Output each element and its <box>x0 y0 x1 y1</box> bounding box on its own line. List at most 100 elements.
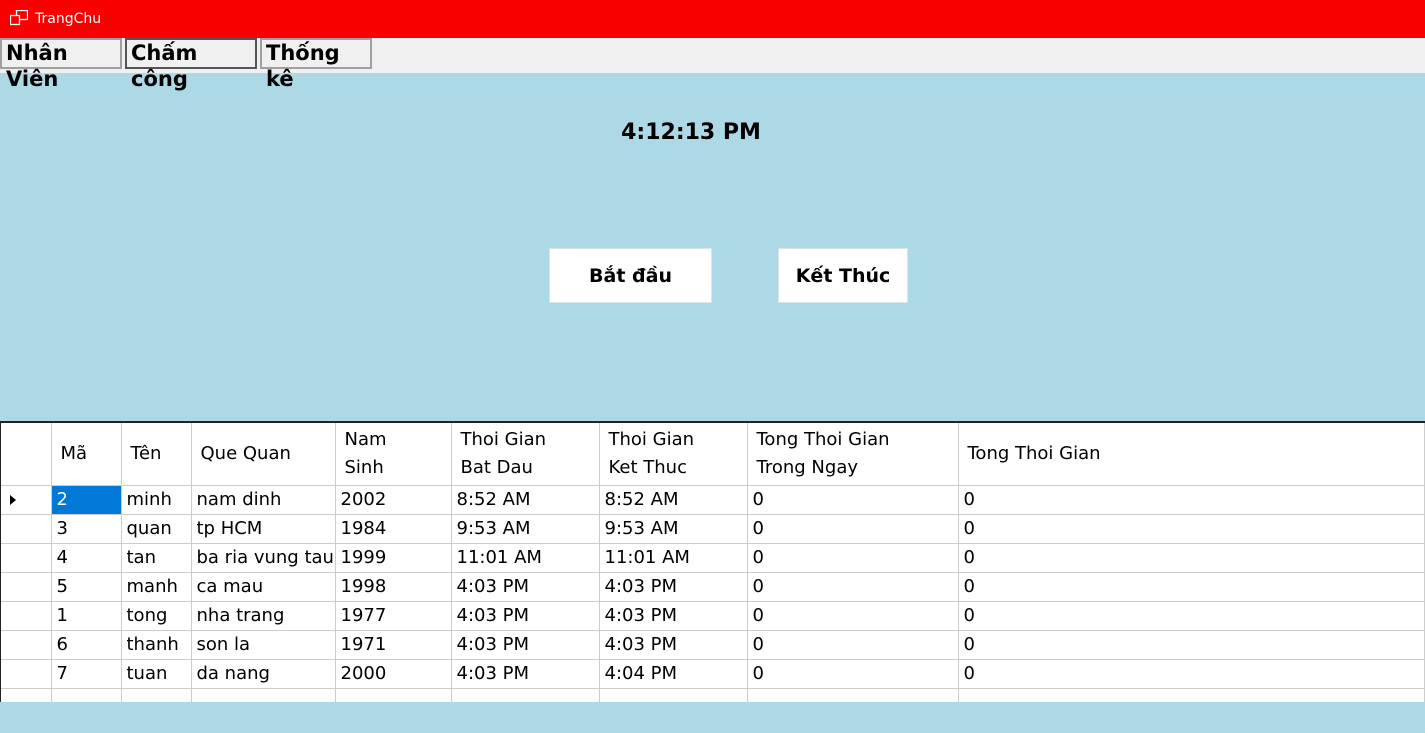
cell-nam-sinh[interactable]: 2000 <box>335 659 452 689</box>
cell-thoi-gian-ket-thuc[interactable]: 4:03 PM <box>599 572 748 602</box>
cell-ma[interactable]: 4 <box>51 543 122 573</box>
cell-ma[interactable]: 2 <box>51 485 122 515</box>
cell-ma[interactable]: 7 <box>51 659 122 689</box>
cell-que-quan[interactable]: tp HCM <box>191 514 336 544</box>
cell-ten[interactable]: manh <box>121 572 192 602</box>
table-row[interactable]: 6 thanh son la 1971 4:03 PM 4:03 PM 0 0 <box>1 630 1425 660</box>
cell-nam-sinh[interactable]: 1999 <box>335 543 452 573</box>
cell-nam-sinh[interactable]: 1984 <box>335 514 452 544</box>
cell-nam-sinh[interactable]: 1977 <box>335 601 452 631</box>
cell-que-quan[interactable]: da nang <box>191 659 336 689</box>
cell-tong-thoi-gian-trong-ngay[interactable]: 0 <box>747 630 959 660</box>
cell-thoi-gian-ket-thuc[interactable]: 4:04 PM <box>599 659 748 689</box>
new-row[interactable] <box>1 688 1425 702</box>
new-row-cell[interactable] <box>121 688 192 702</box>
new-row-cell[interactable] <box>51 688 122 702</box>
cell-que-quan[interactable]: son la <box>191 630 336 660</box>
cell-nam-sinh[interactable]: 1998 <box>335 572 452 602</box>
cell-ten[interactable]: minh <box>121 485 192 515</box>
cell-thoi-gian-bat-dau[interactable]: 4:03 PM <box>451 659 600 689</box>
cell-tong-thoi-gian-trong-ngay[interactable]: 0 <box>747 601 959 631</box>
menu-nhan-vien-button[interactable]: Nhân Viên <box>0 38 122 91</box>
cell-ma[interactable]: 1 <box>51 601 122 631</box>
cell-nam-sinh[interactable]: 1971 <box>335 630 452 660</box>
cell-tong-thoi-gian[interactable]: 0 <box>958 485 1425 515</box>
cell-tong-thoi-gian[interactable]: 0 <box>958 543 1425 573</box>
cell-thoi-gian-ket-thuc[interactable]: 4:03 PM <box>599 601 748 631</box>
column-header-ten[interactable]: Tên <box>121 423 192 486</box>
row-header[interactable] <box>1 601 52 631</box>
menu-thong-ke-button[interactable]: Thống kê <box>260 38 372 91</box>
column-header-que-quan[interactable]: Que Quan <box>191 423 336 486</box>
cell-que-quan[interactable]: ca mau <box>191 572 336 602</box>
cell-thoi-gian-ket-thuc[interactable]: 11:01 AM <box>599 543 748 573</box>
cell-ten[interactable]: tan <box>121 543 192 573</box>
grid-body: 2 minh nam dinh 2002 8:52 AM 8:52 AM 0 0 3 quan tp… <box>1 485 1425 702</box>
cell-ten[interactable]: thanh <box>121 630 192 660</box>
cell-thoi-gian-bat-dau[interactable]: 4:03 PM <box>451 601 600 631</box>
table-row[interactable]: 7 tuan da nang 2000 4:03 PM 4:04 PM 0 0 <box>1 659 1425 689</box>
attendance-grid[interactable]: Mã Tên Que Quan Nam Sinh Thoi Gian Bat D… <box>0 421 1425 702</box>
cell-thoi-gian-bat-dau[interactable]: 11:01 AM <box>451 543 600 573</box>
start-button[interactable]: Bắt đầu <box>549 248 712 303</box>
cell-que-quan[interactable]: nha trang <box>191 601 336 631</box>
row-header[interactable] <box>1 659 52 689</box>
cell-tong-thoi-gian[interactable]: 0 <box>958 572 1425 602</box>
column-header-tong-thoi-gian[interactable]: Tong Thoi Gian <box>958 423 1425 486</box>
cell-thoi-gian-ket-thuc[interactable]: 8:52 AM <box>599 485 748 515</box>
new-row-cell[interactable] <box>747 688 959 702</box>
column-header-ma[interactable]: Mã <box>51 423 122 486</box>
new-row-cell[interactable] <box>599 688 748 702</box>
current-row-arrow-icon <box>10 495 16 505</box>
menu-bar: Nhân Viên Chấm công Thống kê <box>0 38 1425 91</box>
cell-que-quan[interactable]: nam dinh <box>191 485 336 515</box>
cell-tong-thoi-gian[interactable]: 0 <box>958 601 1425 631</box>
cell-nam-sinh[interactable]: 2002 <box>335 485 452 515</box>
row-header[interactable] <box>1 688 52 702</box>
cell-que-quan[interactable]: ba ria vung tau <box>191 543 336 573</box>
cell-ma[interactable]: 3 <box>51 514 122 544</box>
new-row-cell[interactable] <box>451 688 600 702</box>
window-title: TrangChu <box>35 11 102 27</box>
cell-tong-thoi-gian[interactable]: 0 <box>958 659 1425 689</box>
column-header-thoi-gian-bat-dau[interactable]: Thoi Gian Bat Dau <box>451 423 600 486</box>
cell-tong-thoi-gian-trong-ngay[interactable]: 0 <box>747 485 959 515</box>
table-row[interactable]: 3 quan tp HCM 1984 9:53 AM 9:53 AM 0 0 <box>1 514 1425 544</box>
row-header[interactable] <box>1 543 52 573</box>
cell-thoi-gian-bat-dau[interactable]: 9:53 AM <box>451 514 600 544</box>
end-button[interactable]: Kết Thúc <box>778 248 908 303</box>
row-header[interactable] <box>1 514 52 544</box>
window-icon <box>10 10 28 26</box>
table-row[interactable]: 2 minh nam dinh 2002 8:52 AM 8:52 AM 0 0 <box>1 485 1425 515</box>
row-header[interactable] <box>1 485 52 515</box>
cell-tong-thoi-gian-trong-ngay[interactable]: 0 <box>747 572 959 602</box>
cell-thoi-gian-bat-dau[interactable]: 4:03 PM <box>451 630 600 660</box>
cell-ten[interactable]: tuan <box>121 659 192 689</box>
new-row-cell[interactable] <box>958 688 1425 702</box>
cell-tong-thoi-gian[interactable]: 0 <box>958 514 1425 544</box>
column-header-thoi-gian-ket-thuc[interactable]: Thoi Gian Ket Thuc <box>599 423 748 486</box>
cell-thoi-gian-bat-dau[interactable]: 8:52 AM <box>451 485 600 515</box>
menu-cham-cong-button[interactable]: Chấm công <box>125 38 257 91</box>
new-row-cell[interactable] <box>191 688 336 702</box>
table-row[interactable]: 1 tong nha trang 1977 4:03 PM 4:03 PM 0 0 <box>1 601 1425 631</box>
cell-thoi-gian-ket-thuc[interactable]: 4:03 PM <box>599 630 748 660</box>
table-row[interactable]: 4 tan ba ria vung tau 1999 11:01 AM 11:01 AM 0… <box>1 543 1425 573</box>
cell-thoi-gian-ket-thuc[interactable]: 9:53 AM <box>599 514 748 544</box>
column-header-tong-thoi-gian-trong-ngay[interactable]: Tong Thoi Gian Trong Ngay <box>747 423 959 486</box>
row-header[interactable] <box>1 572 52 602</box>
cell-tong-thoi-gian-trong-ngay[interactable]: 0 <box>747 514 959 544</box>
new-row-cell[interactable] <box>335 688 452 702</box>
column-header-nam-sinh[interactable]: Nam Sinh <box>335 423 452 486</box>
cell-ma[interactable]: 5 <box>51 572 122 602</box>
cell-ten[interactable]: tong <box>121 601 192 631</box>
cell-tong-thoi-gian-trong-ngay[interactable]: 0 <box>747 659 959 689</box>
cell-tong-thoi-gian-trong-ngay[interactable]: 0 <box>747 543 959 573</box>
attendance-table: Mã Tên Que Quan Nam Sinh Thoi Gian Bat D… <box>1 423 1425 702</box>
cell-tong-thoi-gian[interactable]: 0 <box>958 630 1425 660</box>
cell-ten[interactable]: quan <box>121 514 192 544</box>
table-row[interactable]: 5 manh ca mau 1998 4:03 PM 4:03 PM 0 0 <box>1 572 1425 602</box>
row-header[interactable] <box>1 630 52 660</box>
cell-ma[interactable]: 6 <box>51 630 122 660</box>
cell-thoi-gian-bat-dau[interactable]: 4:03 PM <box>451 572 600 602</box>
